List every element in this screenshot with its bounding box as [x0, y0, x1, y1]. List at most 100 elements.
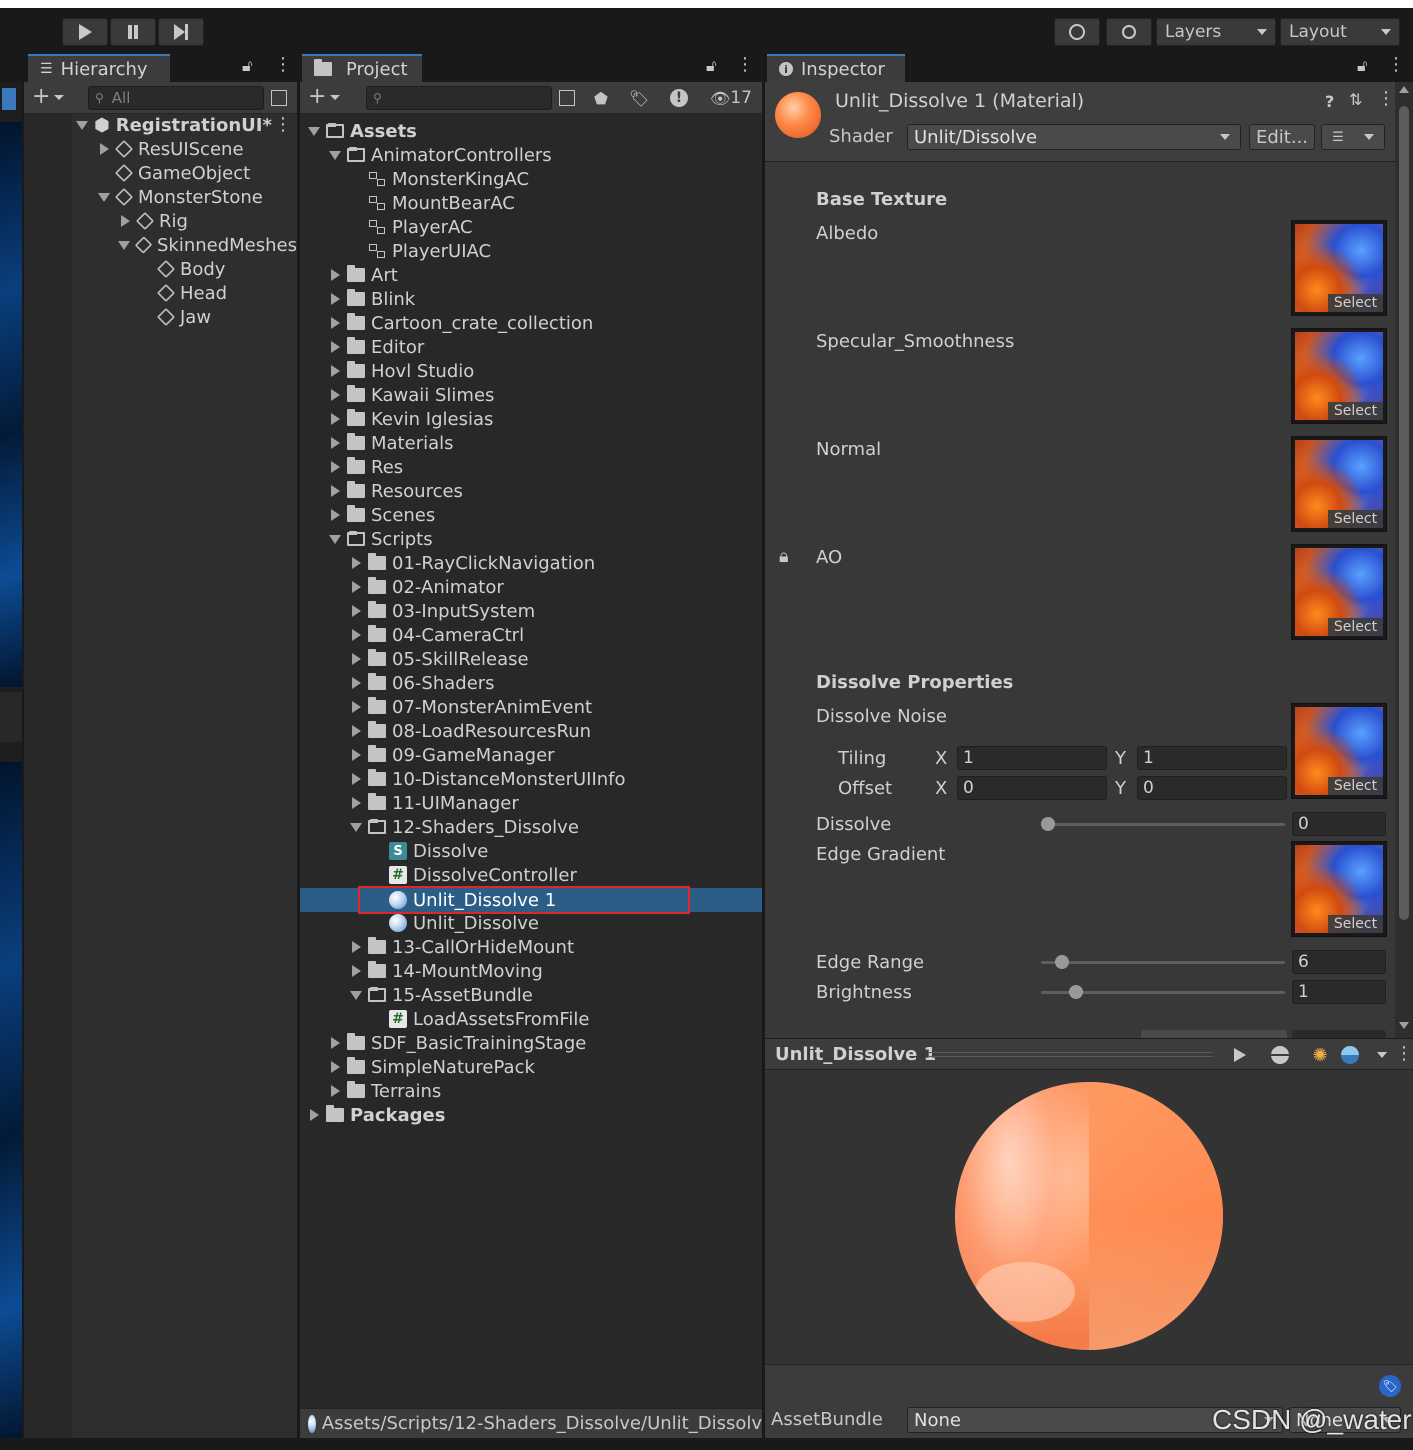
select-button[interactable]: Select [1328, 294, 1383, 312]
scroll-thumb[interactable] [1399, 106, 1409, 920]
tree-row-selected[interactable]: Unlit_Dissolve 1 [369, 888, 556, 912]
kebab-menu-icon[interactable]: ⋮ [274, 54, 292, 75]
tree-row[interactable]: Materials [327, 431, 454, 455]
tree-row[interactable]: 13-CallOrHideMount [348, 935, 574, 959]
kebab-menu-icon[interactable]: ⋮ [736, 54, 754, 75]
pause-button[interactable] [110, 18, 156, 46]
tree-row[interactable]: 07-MonsterAnimEvent [348, 695, 592, 719]
tree-row[interactable]: Art [327, 263, 398, 287]
tree-row[interactable]: # LoadAssetsFromFile [369, 1007, 589, 1031]
edit-shader-button[interactable]: Edit... [1249, 124, 1315, 150]
hidden-packages-button[interactable]: 👁︎ 17 [708, 84, 754, 112]
select-button[interactable]: Select [1328, 618, 1383, 636]
tree-row[interactable]: Editor [327, 335, 424, 359]
preview-play-button[interactable] [1221, 1041, 1259, 1069]
lock-icon[interactable]: 🔓︎ [706, 56, 716, 76]
tree-row[interactable]: Kevin Iglesias [327, 407, 493, 431]
tree-row[interactable]: 14-MountMoving [348, 959, 543, 983]
tree-row[interactable]: Terrains [327, 1079, 441, 1103]
tree-row-assets[interactable]: Assets [306, 119, 417, 143]
tree-row[interactable]: PlayerUIAC [348, 239, 491, 263]
scene-menu-icon[interactable]: ⋮ [274, 114, 292, 135]
offset-y-field[interactable]: 0 [1137, 776, 1287, 800]
hierarchy-row[interactable]: Rig [117, 209, 188, 233]
brightness-field[interactable]: 1 [1292, 980, 1386, 1004]
edge-gradient-texture-slot[interactable]: Select [1291, 841, 1387, 937]
step-button[interactable] [158, 18, 204, 46]
preview-shape-dropdown[interactable] [1341, 1041, 1387, 1069]
edge-range-field[interactable]: 6 [1292, 950, 1386, 974]
hierarchy-search-input[interactable]: ⚲ All [88, 86, 264, 110]
label-tag-icon[interactable]: 🏷︎ [1379, 1375, 1401, 1397]
help-icon[interactable]: ? [1325, 92, 1334, 111]
tree-row[interactable]: 11-UIManager [348, 791, 519, 815]
play-button[interactable] [62, 18, 108, 46]
select-button[interactable]: Select [1328, 510, 1383, 528]
preview-mesh-button[interactable] [1261, 1041, 1299, 1069]
edge-range-slider-handle[interactable] [1054, 955, 1069, 969]
tree-row[interactable]: MonsterKingAC [348, 167, 529, 191]
kebab-menu-icon[interactable]: ⋮ [1387, 54, 1405, 75]
tree-row[interactable]: PlayerAC [348, 215, 473, 239]
edge-range-slider[interactable] [1041, 961, 1285, 964]
scene-visibility-button[interactable] [264, 84, 294, 112]
tree-row[interactable]: # DissolveController [369, 863, 577, 887]
create-button[interactable]: + [32, 84, 65, 109]
tree-row[interactable]: 06-Shaders [348, 671, 495, 695]
kebab-menu-icon[interactable]: ⋮ [1395, 1043, 1413, 1064]
lock-icon[interactable]: 🔓︎ [242, 56, 252, 76]
hierarchy-row[interactable]: ResUIScene [96, 137, 244, 161]
tree-row[interactable]: 08-LoadResourcesRun [348, 719, 591, 743]
dissolve-field[interactable]: 0 [1292, 812, 1386, 836]
history-button[interactable] [1054, 18, 1100, 46]
project-search-input[interactable]: ⚲ [366, 86, 552, 110]
tree-row[interactable]: Scenes [327, 503, 435, 527]
offset-x-field[interactable]: 0 [957, 776, 1107, 800]
hierarchy-row[interactable]: SkinnedMeshes [117, 233, 297, 257]
shader-options-dropdown[interactable]: ☰ [1321, 124, 1385, 150]
layers-dropdown[interactable]: Layers [1156, 18, 1276, 46]
filter-type-button[interactable]: ⬟ [586, 84, 616, 112]
tab-inspector[interactable]: i Inspector [767, 54, 905, 82]
tree-row[interactable]: 09-GameManager [348, 743, 555, 767]
brightness-slider-handle[interactable] [1068, 985, 1083, 999]
tree-row-packages[interactable]: Packages [306, 1103, 445, 1127]
tree-row[interactable]: Blink [327, 287, 415, 311]
tree-row[interactable]: Res [327, 455, 403, 479]
tree-row[interactable]: Scripts [327, 527, 433, 551]
tree-row[interactable]: 10-DistanceMonsterUIInfo [348, 767, 626, 791]
tree-row[interactable]: 15-AssetBundle [348, 983, 533, 1007]
specular-texture-slot[interactable]: Select [1291, 328, 1387, 424]
tree-row[interactable]: Kawaii Slimes [327, 383, 494, 407]
tree-row[interactable]: Resources [327, 479, 463, 503]
tree-row[interactable]: 12-Shaders_Dissolve [348, 815, 579, 839]
tab-project[interactable]: Project [302, 54, 422, 82]
normal-texture-slot[interactable]: Select [1291, 436, 1387, 532]
tree-row[interactable]: 01-RayClickNavigation [348, 551, 595, 575]
lock-icon[interactable]: 🔓︎ [1357, 56, 1367, 76]
preset-icon[interactable]: ⇅ [1349, 90, 1362, 109]
tree-row[interactable]: Unlit_Dissolve [369, 911, 539, 935]
tree-row[interactable]: 03-InputSystem [348, 599, 535, 623]
tree-row[interactable]: 05-SkillRelease [348, 647, 529, 671]
tiling-y-field[interactable]: 1 [1137, 746, 1287, 770]
hierarchy-row[interactable]: GameObject [96, 161, 250, 185]
hierarchy-row[interactable]: MonsterStone [96, 185, 263, 209]
tiling-x-field[interactable]: 1 [957, 746, 1107, 770]
scroll-down-icon[interactable] [1399, 1022, 1409, 1029]
layout-dropdown[interactable]: Layout [1280, 18, 1400, 46]
select-button[interactable]: Select [1328, 402, 1383, 420]
ao-texture-slot[interactable]: Select [1291, 544, 1387, 640]
tree-row[interactable]: 02-Animator [348, 575, 504, 599]
tree-row[interactable]: S Dissolve [369, 839, 488, 863]
tab-hierarchy[interactable]: ☰ Hierarchy [28, 54, 170, 82]
tree-row[interactable]: SimpleNaturePack [327, 1055, 535, 1079]
tree-row[interactable]: MountBearAC [348, 191, 515, 215]
scroll-up-icon[interactable] [1399, 86, 1409, 93]
dissolve-noise-texture-slot[interactable]: Select [1291, 703, 1387, 799]
scene-row[interactable]: ⬢ RegistrationUI* [74, 113, 272, 137]
hierarchy-row[interactable]: Jaw [138, 305, 211, 329]
lock-property-icon[interactable]: 🔒︎ [779, 546, 789, 567]
kebab-menu-icon[interactable]: ⋮ [1377, 88, 1395, 109]
tree-row[interactable]: AnimatorControllers [327, 143, 552, 167]
